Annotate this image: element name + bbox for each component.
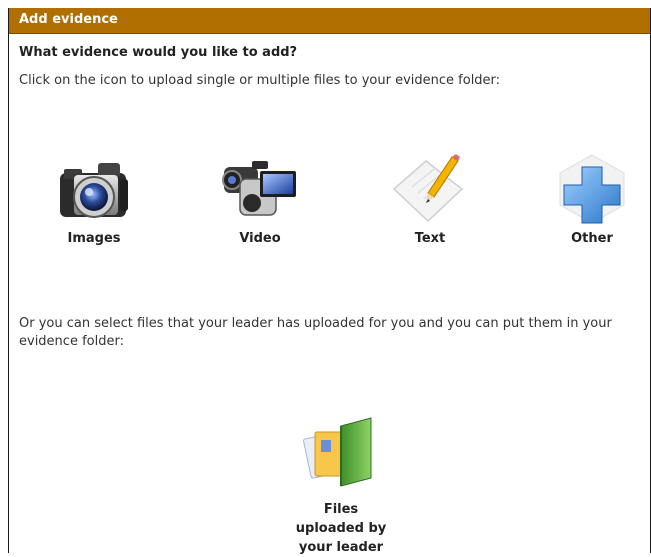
leader-files-label: Files uploaded by your leader xyxy=(286,500,396,557)
other-label: Other xyxy=(571,231,613,246)
video-label: Video xyxy=(239,231,281,246)
question-text: What evidence would you like to add? xyxy=(19,45,298,60)
add-evidence-panel: Add evidence What evidence would you lik… xyxy=(8,8,651,555)
images-label: Images xyxy=(67,231,121,246)
images-option[interactable]: Images xyxy=(39,153,149,246)
leader-instruction: Or you can select files that your leader… xyxy=(19,316,612,349)
text-option[interactable]: Text xyxy=(375,153,485,246)
folder-files-icon xyxy=(303,417,372,487)
upload-instruction: Click on the icon to upload single or mu… xyxy=(19,73,501,88)
video-option[interactable]: Video xyxy=(205,153,315,246)
panel-header: Add evidence xyxy=(9,8,650,34)
leader-files-option[interactable]: Files uploaded by your leader xyxy=(286,416,396,557)
video-camera-icon xyxy=(222,161,296,216)
camera-icon xyxy=(60,163,128,218)
text-label: Text xyxy=(414,231,446,246)
plus-icon xyxy=(559,154,625,224)
leader-files-label-line-2: uploaded by xyxy=(295,521,387,536)
leader-files-label-line-1: Files xyxy=(323,502,359,517)
panel-title: Add evidence xyxy=(19,12,118,27)
other-option[interactable]: Other xyxy=(537,153,647,246)
paper-pencil-icon xyxy=(392,154,464,223)
